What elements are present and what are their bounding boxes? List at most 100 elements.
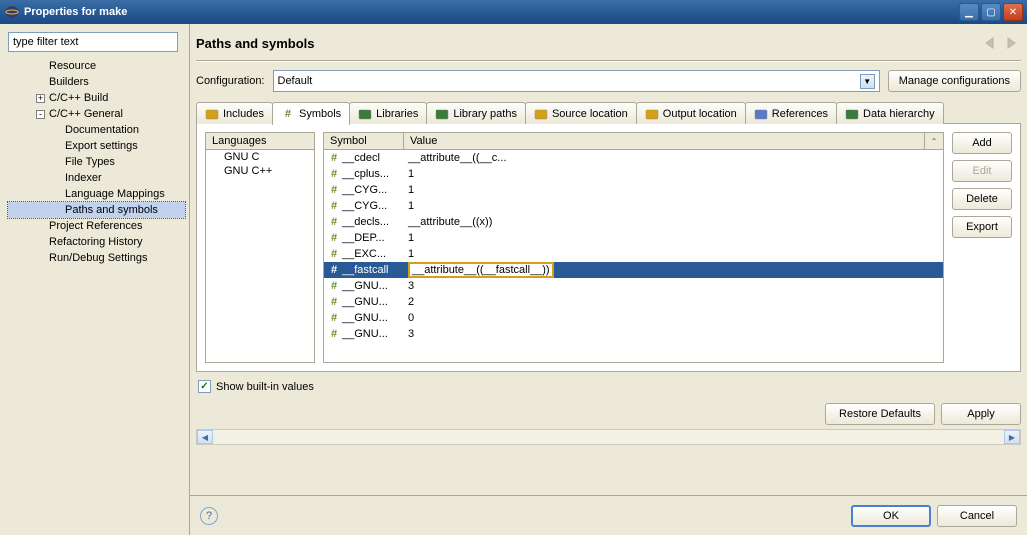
tab-label: Source location [552, 108, 628, 120]
table-row[interactable]: #__fastcall__attribute__((__fastcall__)) [324, 262, 943, 278]
apply-button[interactable]: Apply [941, 403, 1021, 425]
nav-tree: Resource Builders+C/C++ Build-C/C++ Gener… [4, 58, 189, 266]
edit-button[interactable]: Edit [952, 160, 1012, 182]
tree-item-project-references[interactable]: Project References [8, 218, 185, 234]
includes-icon [205, 107, 219, 121]
tab-label: Libraries [376, 108, 418, 120]
symbol-name: __CYG... [342, 200, 387, 212]
back-icon[interactable] [983, 37, 999, 49]
table-row[interactable]: #__cplus...1 [324, 166, 943, 182]
value-cell: 1 [404, 232, 943, 244]
tree-item-label: Indexer [65, 172, 102, 184]
tree-item-label: Resource [49, 60, 96, 72]
tree-item-run-debug-settings[interactable]: Run/Debug Settings [8, 250, 185, 266]
tree-item-export-settings[interactable]: Export settings [8, 138, 185, 154]
tree-item-c-c-build[interactable]: +C/C++ Build [8, 90, 185, 106]
tree-expander-icon [52, 158, 61, 167]
tree-item-documentation[interactable]: Documentation [8, 122, 185, 138]
tree-expander-icon [52, 142, 61, 151]
table-row[interactable]: #__cdecl__attribute__((__c... [324, 150, 943, 166]
restore-defaults-button[interactable]: Restore Defaults [825, 403, 935, 425]
hash-icon: # [328, 312, 340, 324]
action-buttons: Add Edit Delete Export [952, 132, 1012, 363]
language-item-gnu-c-[interactable]: GNU C++ [206, 164, 314, 178]
eclipse-icon [4, 4, 20, 20]
hash-icon: # [328, 232, 340, 244]
cancel-button[interactable]: Cancel [937, 505, 1017, 527]
tab-output-location[interactable]: Output location [636, 102, 746, 124]
tab-data-hierarchy[interactable]: Data hierarchy [836, 102, 944, 124]
table-row[interactable]: #__GNU...3 [324, 326, 943, 342]
scroll-left-icon[interactable]: ◀ [197, 430, 213, 444]
tab-source-location[interactable]: Source location [525, 102, 637, 124]
tab-references[interactable]: References [745, 102, 837, 124]
show-builtin-checkbox[interactable]: ✓ [198, 380, 211, 393]
tree-item-label: Export settings [65, 140, 138, 152]
value-cell: 1 [404, 184, 943, 196]
hash-icon: # [328, 152, 340, 164]
symbol-cell: #__DEP... [324, 232, 404, 244]
tree-item-paths-and-symbols[interactable]: Paths and symbols [8, 202, 185, 218]
forward-icon[interactable] [1005, 37, 1021, 49]
scroll-hint-icon[interactable]: ⌃ [925, 133, 943, 149]
add-button[interactable]: Add [952, 132, 1012, 154]
manage-configurations-button[interactable]: Manage configurations [888, 70, 1021, 92]
value-edit-input[interactable]: __attribute__((__fastcall__)) [408, 262, 554, 278]
tree-expander-icon [52, 126, 61, 135]
tree-expander-icon [36, 78, 45, 87]
main-layout: Resource Builders+C/C++ Build-C/C++ Gener… [0, 24, 1027, 535]
table-row[interactable]: #__EXC...1 [324, 246, 943, 262]
tab-libraries[interactable]: Libraries [349, 102, 427, 124]
tree-item-refactoring-history[interactable]: Refactoring History [8, 234, 185, 250]
configuration-row: Configuration: Default ▼ Manage configur… [196, 70, 1021, 92]
tree-item-builders[interactable]: Builders [8, 74, 185, 90]
tree-item-file-types[interactable]: File Types [8, 154, 185, 170]
title-bar: Properties for make ▁ ▢ ✕ [0, 0, 1027, 24]
tab-library-paths[interactable]: Library paths [426, 102, 526, 124]
table-row[interactable]: #__CYG...1 [324, 198, 943, 214]
value-cell: 1 [404, 200, 943, 212]
value-cell: 3 [404, 328, 943, 340]
minimize-button[interactable]: ▁ [959, 3, 979, 21]
tree-expander-icon [52, 174, 61, 183]
table-row[interactable]: #__GNU...0 [324, 310, 943, 326]
tab-includes[interactable]: Includes [196, 102, 273, 124]
tree-expander-icon [36, 238, 45, 247]
export-button[interactable]: Export [952, 216, 1012, 238]
table-row[interactable]: #__GNU...2 [324, 294, 943, 310]
value-cell: 0 [404, 312, 943, 324]
value-cell: 2 [404, 296, 943, 308]
col-symbol-header[interactable]: Symbol [324, 133, 404, 149]
tab-symbols[interactable]: #Symbols [272, 102, 350, 125]
tree-item-indexer[interactable]: Indexer [8, 170, 185, 186]
filter-input[interactable] [8, 32, 178, 52]
delete-button[interactable]: Delete [952, 188, 1012, 210]
table-row[interactable]: #__DEP...1 [324, 230, 943, 246]
configuration-select[interactable]: Default ▼ [273, 70, 880, 92]
col-value-header[interactable]: Value [404, 133, 925, 149]
tree-item-c-c-general[interactable]: -C/C++ General [8, 106, 185, 122]
table-body[interactable]: #__cdecl__attribute__((__c...#__cplus...… [324, 150, 943, 362]
help-icon[interactable]: ? [200, 507, 218, 525]
tree-item-resource[interactable]: Resource [8, 58, 185, 74]
table-row[interactable]: #__CYG...1 [324, 182, 943, 198]
close-button[interactable]: ✕ [1003, 3, 1023, 21]
languages-header: Languages [206, 133, 314, 150]
configuration-value: Default [278, 75, 313, 87]
symbol-name: __GNU... [342, 280, 388, 292]
horizontal-scrollbar[interactable]: ◀ ▶ [196, 429, 1021, 445]
symbol-cell: #__GNU... [324, 296, 404, 308]
symbol-cell: #__GNU... [324, 328, 404, 340]
ok-button[interactable]: OK [851, 505, 931, 527]
tree-item-label: Documentation [65, 124, 139, 136]
maximize-button[interactable]: ▢ [981, 3, 1001, 21]
tab-label: References [772, 108, 828, 120]
tree-expander-icon[interactable]: + [36, 94, 45, 103]
table-row[interactable]: #__GNU...3 [324, 278, 943, 294]
scroll-right-icon[interactable]: ▶ [1004, 430, 1020, 444]
language-item-gnu-c[interactable]: GNU C [206, 150, 314, 164]
tree-expander-icon[interactable]: - [36, 110, 45, 119]
hash-icon: # [328, 248, 340, 260]
table-row[interactable]: #__decls...__attribute__((x)) [324, 214, 943, 230]
tree-item-language-mappings[interactable]: Language Mappings [8, 186, 185, 202]
